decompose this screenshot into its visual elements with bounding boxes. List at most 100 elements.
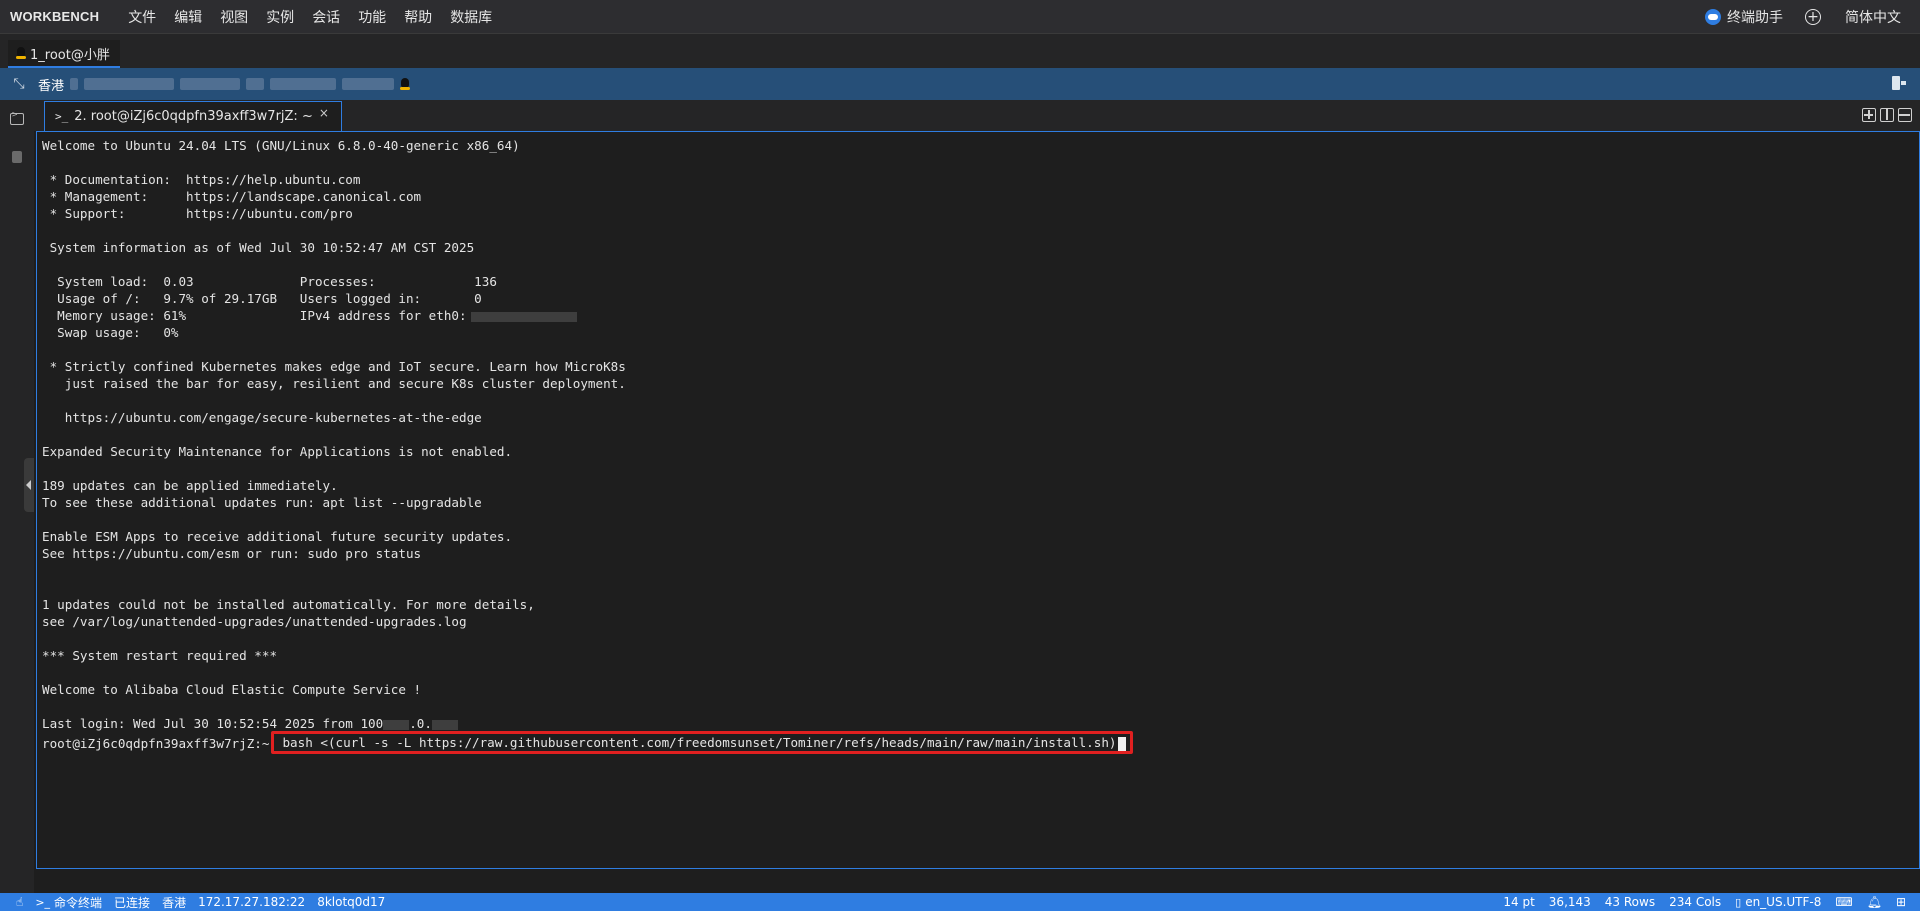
redacted-ip [470, 311, 577, 322]
new-pane-icon[interactable] [1862, 108, 1876, 122]
terminal-prompt-icon: >_ [35, 895, 51, 909]
terminal-line: *** System restart required *** [42, 648, 278, 663]
host-region: 香港 [38, 78, 65, 94]
status-terminal[interactable]: >_ 命令终端 [35, 894, 102, 911]
status-cursor-position: 36,143 [1548, 895, 1591, 909]
language-selector[interactable]: 简体中文 [1845, 7, 1901, 27]
activity-rail [0, 100, 34, 893]
sidebar-collapse-handle[interactable] [24, 458, 34, 512]
terminal-pane[interactable]: Welcome to Ubuntu 24.04 LTS (GNU/Linux 6… [36, 131, 1920, 869]
status-encoding[interactable]: ▯ en_US.UTF-8 [1735, 895, 1821, 909]
assistant-label: 终端助手 [1727, 10, 1783, 26]
status-instance-id: 8klotq0d17 [317, 895, 386, 909]
menu-help[interactable]: 帮助 [395, 7, 441, 27]
exit-icon[interactable] [1892, 76, 1906, 90]
menu-database[interactable]: 数据库 [441, 7, 501, 27]
menu-bar: WORKBENCH 文件 编辑 视图 实例 会话 功能 帮助 数据库 终端助手 … [0, 0, 1920, 34]
terminal-assistant-button[interactable]: 终端助手 [1705, 7, 1783, 27]
pointer-icon[interactable]: ☝ [16, 895, 23, 909]
session-tab-label: 1_root@小胖 [30, 47, 110, 63]
linux-tux-icon [16, 47, 26, 59]
menu-view[interactable]: 视图 [211, 7, 257, 27]
terminal-line: 189 updates can be applied immediately. [42, 478, 338, 493]
split-vertical-icon[interactable] [1880, 108, 1894, 122]
split-horizontal-icon[interactable] [1898, 108, 1912, 122]
menu-file[interactable]: 文件 [119, 7, 165, 27]
terminal-tab-strip: >_ 2. root@iZj6c0qdpfn39axff3w7rjZ: ~ × [34, 100, 1920, 131]
terminal-prompt-icon: >_ [55, 110, 69, 123]
terminal-line: Welcome to Alibaba Cloud Elastic Compute… [42, 682, 422, 697]
last-login-line: Last login: Wed Jul 30 10:52:54 2025 fro… [42, 715, 1919, 732]
terminal-line: Swap usage: 0% [42, 325, 179, 340]
text-cursor [1117, 736, 1126, 751]
session-tab[interactable]: 1_root@小胖 [8, 40, 120, 68]
keyboard-icon[interactable]: ⌨ [1835, 895, 1852, 909]
file-icon[interactable] [12, 151, 22, 163]
status-region: 香港 [162, 895, 187, 910]
menu-instance[interactable]: 实例 [257, 7, 303, 27]
status-rows: 43 Rows [1604, 895, 1656, 909]
menu-session[interactable]: 会话 [303, 7, 349, 27]
redacted-host-info [342, 78, 395, 90]
bell-icon[interactable]: 🔔︎ [1867, 895, 1882, 909]
terminal-line: System load: 0.03 Processes: 136 [42, 274, 497, 289]
terminal-tab[interactable]: >_ 2. root@iZj6c0qdpfn39axff3w7rjZ: ~ × [44, 101, 342, 131]
terminal-line: Welcome to Ubuntu 24.04 LTS (GNU/Linux 6… [42, 138, 520, 153]
menubar-right: 终端助手 + 简体中文 [1705, 0, 1920, 34]
status-cols: 234 Cols [1669, 895, 1722, 909]
split-controls [1862, 108, 1912, 122]
command-text: bash <(curl -s -L https://raw.githubuser… [282, 735, 1117, 750]
redacted-host-info [270, 78, 337, 90]
terminal-tab-label: 2. root@iZj6c0qdpfn39axff3w7rjZ: ~ [74, 109, 313, 124]
linux-tux-icon [400, 78, 411, 90]
add-circle-icon[interactable]: + [1805, 9, 1821, 25]
terminal-line: To see these additional updates run: apt… [42, 495, 482, 510]
prompt-line: root@iZj6c0qdpfn39axff3w7rjZ:~ bash <(cur… [42, 731, 1919, 754]
redacted-host-info [70, 78, 79, 90]
app-brand: WORKBENCH [10, 9, 100, 24]
status-right: 14 pt 36,143 43 Rows 234 Cols ▯ en_US.UTF… [1503, 893, 1920, 911]
terminal-line: Usage of /: 9.7% of 29.17GB Users logged… [42, 291, 482, 306]
terminal-icon[interactable] [10, 110, 24, 125]
redacted-ip [383, 719, 410, 730]
terminal-line: Enable ESM Apps to receive additional fu… [42, 529, 513, 544]
host-info-bar: ⤡ 香港 [0, 68, 1920, 100]
terminal-line: just raised the bar for easy, resilient … [42, 376, 626, 391]
grid-icon[interactable]: ⊞ [1896, 895, 1906, 909]
highlighted-command: bash <(curl -s -L https://raw.githubuser… [271, 731, 1133, 754]
terminal-line: 1 updates could not be installed automat… [42, 597, 535, 612]
terminal-line: * Management: https://landscape.canonica… [42, 189, 422, 204]
terminal-line: * Documentation: https://help.ubuntu.com [42, 172, 361, 187]
menu-edit[interactable]: 编辑 [165, 7, 211, 27]
collapse-icon[interactable]: ⤡ [12, 76, 26, 92]
redacted-host-info [180, 78, 241, 90]
file-icon: ▯ [1735, 895, 1742, 909]
assistant-icon [1705, 9, 1721, 25]
close-icon[interactable]: × [319, 106, 329, 120]
redacted-host-info [246, 78, 265, 90]
terminal-line: Expanded Security Maintenance for Applic… [42, 444, 513, 459]
redacted-host-info [84, 78, 175, 90]
terminal-line: https://ubuntu.com/engage/secure-kuberne… [42, 410, 482, 425]
terminal-line: System information as of Wed Jul 30 10:5… [42, 240, 475, 255]
menu-features[interactable]: 功能 [349, 7, 395, 27]
status-font-size[interactable]: 14 pt [1503, 895, 1534, 909]
session-tab-row: 1_root@小胖 [0, 34, 1920, 68]
terminal-line: * Strictly confined Kubernetes makes edg… [42, 359, 626, 374]
shell-prompt: root@iZj6c0qdpfn39axff3w7rjZ:~ [42, 736, 270, 751]
redacted-ip [431, 719, 458, 730]
terminal-line: see /var/log/unattended-upgrades/unatten… [42, 614, 467, 629]
terminal-line: See https://ubuntu.com/esm or run: sudo … [42, 546, 422, 561]
